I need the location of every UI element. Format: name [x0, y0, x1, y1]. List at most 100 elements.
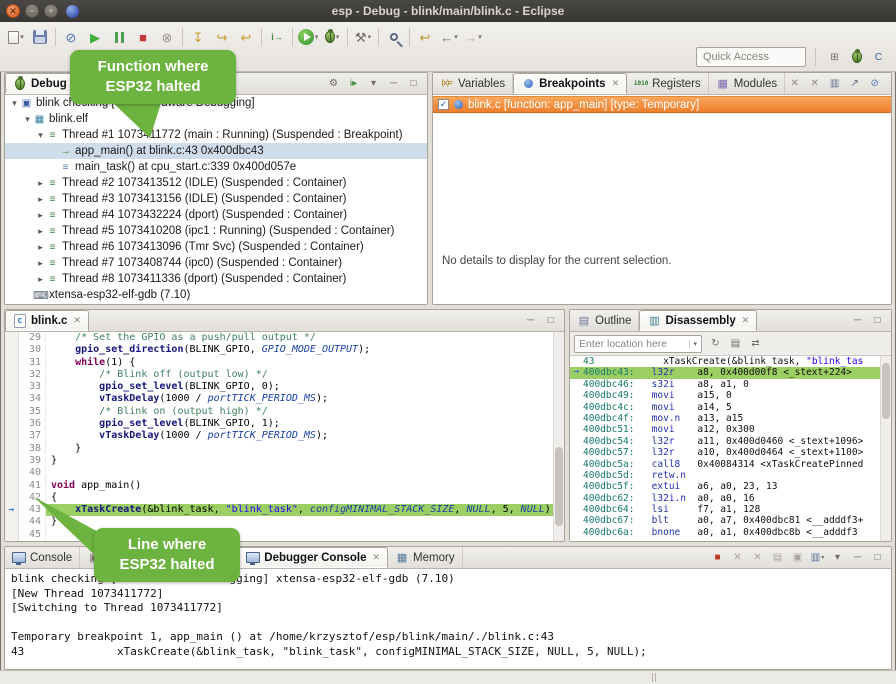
minimize-button[interactable]: ─	[521, 312, 540, 329]
debug-tree-row[interactable]: ▸≡Thread #7 1073408744 (ipc0) (Suspended…	[5, 255, 427, 271]
show-breakpoints-icon[interactable]: ▥	[825, 75, 844, 92]
debug-tree-row[interactable]: →app_main() at blink.c:43 0x400dbc43	[5, 143, 427, 159]
annotation-gutter[interactable]	[5, 369, 19, 381]
maximize-button[interactable]: □	[541, 312, 560, 329]
line-number[interactable]: 37	[19, 430, 46, 442]
line-number[interactable]: 29	[19, 332, 46, 344]
annotation-gutter[interactable]	[5, 492, 19, 504]
tab-blink-c[interactable]: c blink.c ✕	[5, 310, 89, 331]
expand-right-icon[interactable]: ▸	[35, 274, 46, 285]
annotation-gutter[interactable]	[5, 418, 19, 430]
annotation-gutter[interactable]	[5, 467, 19, 479]
go-to-file-icon[interactable]: ↗	[845, 75, 864, 92]
maximize-button[interactable]: □	[404, 75, 423, 92]
expand-all-icon[interactable]: ⊞	[885, 75, 892, 92]
line-number[interactable]: 39	[19, 455, 46, 467]
maximize-button[interactable]: □	[868, 312, 887, 329]
line-number[interactable]: 43	[19, 504, 46, 516]
tab-modules[interactable]: ▦ Modules	[709, 73, 785, 94]
show-source-icon[interactable]: ▤	[726, 335, 745, 352]
tab-close-icon[interactable]: ✕	[742, 315, 750, 326]
tab-close-icon[interactable]: ✕	[612, 78, 620, 89]
expand-down-icon[interactable]: ▾	[22, 114, 33, 125]
debug-tree-row[interactable]: ▸≡Thread #8 1073411336 (dport) (Suspende…	[5, 271, 427, 287]
new-button[interactable]: ▾	[4, 26, 28, 48]
expand-right-icon[interactable]: ▸	[35, 210, 46, 221]
instruction-pointer-icon[interactable]: →	[5, 504, 19, 516]
minimize-button[interactable]: ─	[848, 312, 867, 329]
window-maximize-button[interactable]: +	[44, 4, 58, 18]
minimize-button[interactable]: ─	[848, 549, 867, 566]
step-into-button[interactable]: ↧	[186, 26, 210, 48]
terminate-button[interactable]: ■	[131, 26, 155, 48]
tab-outline[interactable]: ▤ Outline	[570, 310, 639, 331]
remove-all-launches-icon[interactable]: ✕	[748, 549, 767, 566]
tab-variables[interactable]: (x)= Variables	[433, 73, 513, 94]
open-perspective-button[interactable]: ⊞	[825, 49, 844, 66]
forward-button[interactable]: →▾	[461, 26, 485, 48]
view-settings-icon[interactable]: ⚙	[324, 75, 343, 92]
debug-tree-row[interactable]: ⌨xtensa-esp32-elf-gdb (7.10)	[5, 287, 427, 303]
tab-breakpoints[interactable]: Breakpoints ✕	[513, 73, 627, 94]
view-menu-icon[interactable]: ▾	[828, 549, 847, 566]
console-output[interactable]: blink checking [GDB Hardware Debugging] …	[5, 569, 891, 669]
expand-right-icon[interactable]: ▸	[35, 194, 46, 205]
expand-right-icon[interactable]: ▸	[35, 242, 46, 253]
scrollbar-thumb[interactable]	[882, 363, 890, 419]
line-number[interactable]: 30	[19, 344, 46, 356]
back-button[interactable]: ←▾	[437, 26, 461, 48]
expand-right-icon[interactable]: ▸	[35, 258, 46, 269]
line-number[interactable]: 44	[19, 516, 46, 528]
debug-tree-row[interactable]: ▾▦blink.elf	[5, 111, 427, 127]
tab-close-icon[interactable]: ✕	[73, 315, 81, 326]
annotation-gutter[interactable]	[5, 406, 19, 418]
combo-dropdown-icon[interactable]: ▾	[689, 340, 697, 348]
annotation-gutter[interactable]	[5, 443, 19, 455]
remove-all-breakpoints-icon[interactable]: ✕	[805, 75, 824, 92]
tab-registers[interactable]: 1010 Registers	[627, 73, 709, 94]
line-number[interactable]: 40	[19, 467, 46, 479]
annotation-gutter[interactable]	[5, 430, 19, 442]
line-number[interactable]: 33	[19, 381, 46, 393]
instruction-step-mode-icon[interactable]: i▸	[344, 75, 363, 92]
debug-tree-row[interactable]: ▾≡Thread #1 1073411772 (main : Running) …	[5, 127, 427, 143]
disassembly-scrollbar[interactable]	[880, 356, 891, 541]
run-button[interactable]: ▾	[296, 26, 320, 48]
debug-tree-row[interactable]: ▸≡Thread #2 1073413512 (IDLE) (Suspended…	[5, 175, 427, 191]
debug-tree-row[interactable]: ▸≡Thread #3 1073413156 (IDLE) (Suspended…	[5, 191, 427, 207]
build-button[interactable]: ⚒▾	[351, 26, 375, 48]
sync-context-icon[interactable]: ⇄	[746, 335, 765, 352]
line-number[interactable]: 31	[19, 357, 46, 369]
debug-button[interactable]: ▾	[320, 26, 344, 48]
suspend-button[interactable]	[107, 26, 131, 48]
scrollbar-thumb[interactable]	[555, 447, 563, 526]
location-input[interactable]: Enter location here ▾	[574, 335, 702, 353]
line-number[interactable]: 34	[19, 393, 46, 405]
annotation-gutter[interactable]	[5, 529, 19, 541]
breakpoint-checkbox[interactable]: ✓	[438, 99, 449, 110]
annotation-gutter[interactable]	[5, 455, 19, 467]
terminate-icon[interactable]: ■	[708, 549, 727, 566]
expand-down-icon[interactable]: ▾	[35, 130, 46, 141]
annotation-gutter[interactable]	[5, 381, 19, 393]
quick-access[interactable]: Quick Access	[696, 47, 806, 67]
step-return-button[interactable]: ↩	[234, 26, 258, 48]
window-minimize-button[interactable]: −	[25, 4, 39, 18]
annotation-gutter[interactable]	[5, 332, 19, 344]
line-number[interactable]: 36	[19, 418, 46, 430]
maximize-button[interactable]: □	[868, 549, 887, 566]
editor-scrollbar[interactable]	[553, 332, 564, 541]
line-number[interactable]: 45	[19, 529, 46, 541]
window-close-button[interactable]: ✕	[6, 4, 20, 18]
line-number[interactable]: 32	[19, 369, 46, 381]
annotation-gutter[interactable]	[5, 393, 19, 405]
c-cpp-perspective-button[interactable]: C	[869, 49, 888, 66]
search-button[interactable]	[382, 26, 406, 48]
debug-tree-row[interactable]: ≡main_task() at cpu_start.c:339 0x400d05…	[5, 159, 427, 175]
annotation-gutter[interactable]	[5, 344, 19, 356]
annotation-gutter[interactable]	[5, 480, 19, 492]
instruction-stepping-button[interactable]: i→	[265, 26, 289, 48]
debug-tree-row[interactable]: ▸≡Thread #6 1073413096 (Tmr Svc) (Suspen…	[5, 239, 427, 255]
view-menu-icon[interactable]: ▾	[364, 75, 383, 92]
debug-perspective-button[interactable]	[847, 49, 866, 66]
